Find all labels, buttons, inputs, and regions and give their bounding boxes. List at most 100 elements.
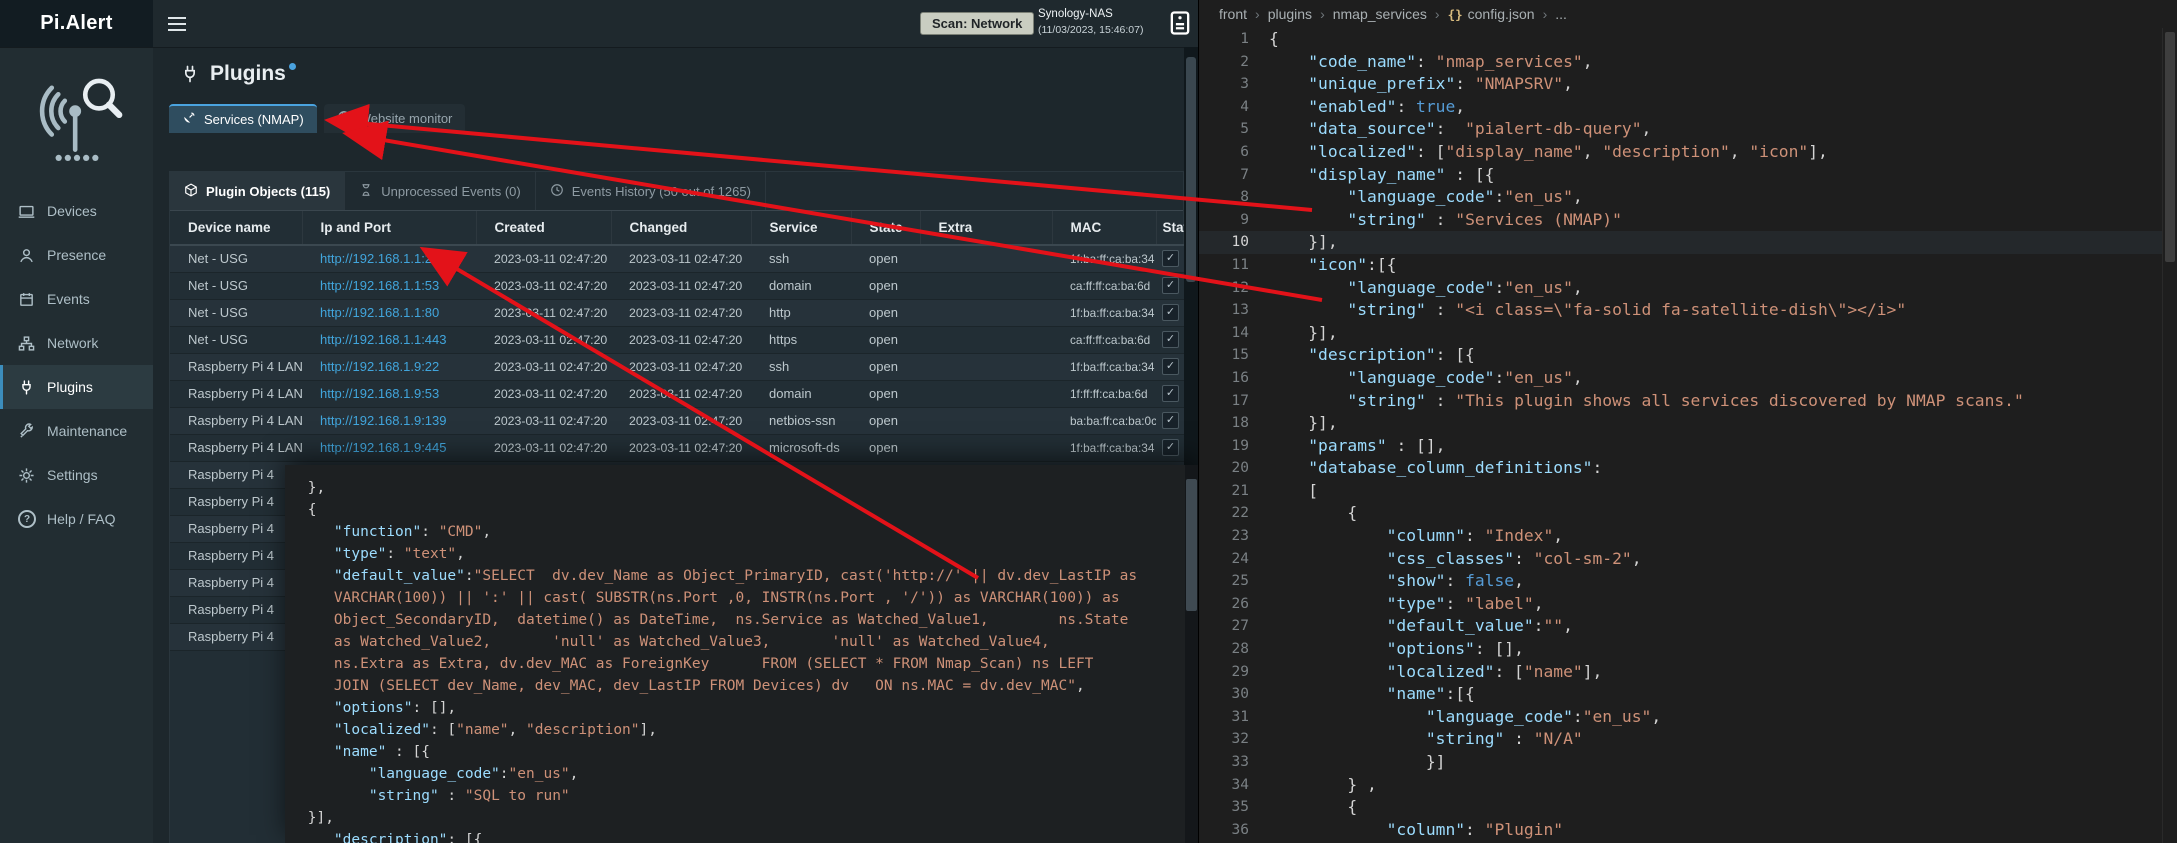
editor-code-line[interactable]: 22 {: [1199, 502, 2163, 525]
subtab-unprocessed-events-0[interactable]: Unprocessed Events (0): [345, 172, 535, 210]
editor-code-line[interactable]: 2 "code_name": "nmap_services",: [1199, 51, 2163, 74]
sidebar-item-plugins[interactable]: Plugins: [0, 365, 153, 409]
status-checkbox[interactable]: ✓: [1162, 358, 1179, 375]
ip-port-link[interactable]: http://192.168.1.9:445: [320, 440, 447, 455]
status-checkbox[interactable]: ✓: [1162, 250, 1179, 267]
overlay-code-line[interactable]: "description": [{: [299, 829, 1184, 843]
editor-code-line[interactable]: 3 "unique_prefix": "NMAPSRV",: [1199, 73, 2163, 96]
overlay-code-line[interactable]: "default_value":"SELECT dv.dev_Name as O…: [299, 565, 1184, 587]
editor-code-line[interactable]: 28 "options": [],: [1199, 638, 2163, 661]
sidebar-item-settings[interactable]: Settings: [0, 453, 153, 497]
overlay-code-line[interactable]: VARCHAR(100)) || ':' || cast( SUBSTR(ns.…: [299, 587, 1184, 609]
status-checkbox[interactable]: ✓: [1162, 277, 1179, 294]
overlay-code-line[interactable]: "options": [],: [299, 697, 1184, 719]
column-header-ip-and-port[interactable]: Ip and Port: [302, 211, 476, 245]
ip-port-link[interactable]: http://192.168.1.9:53: [320, 386, 439, 401]
sidebar-item-devices[interactable]: Devices: [0, 189, 153, 233]
overlay-scrollbar-thumb[interactable]: [1186, 479, 1197, 611]
editor-code-line[interactable]: 21 [: [1199, 480, 2163, 503]
ip-port-link[interactable]: http://192.168.1.9:22: [320, 359, 439, 374]
sidebar-toggle-button[interactable]: [153, 0, 201, 47]
app-scrollbar-thumb[interactable]: [1186, 57, 1196, 282]
overlay-code-line[interactable]: {: [299, 499, 1184, 521]
editor-code-line[interactable]: 4 "enabled": true,: [1199, 96, 2163, 119]
editor-code-line[interactable]: 19 "params" : [],: [1199, 435, 2163, 458]
editor-scrollbar[interactable]: [2162, 28, 2177, 843]
editor-code-line[interactable]: 6 "localized": ["display_name", "descrip…: [1199, 141, 2163, 164]
editor-code-line[interactable]: 12 "language_code":"en_us",: [1199, 277, 2163, 300]
column-header-service[interactable]: Service: [751, 211, 851, 245]
nas-device-icon[interactable]: [1166, 9, 1194, 37]
editor-code-line[interactable]: 25 "show": false,: [1199, 570, 2163, 593]
editor-code-line[interactable]: 10 }],: [1199, 231, 2163, 254]
column-header-created[interactable]: Created: [476, 211, 611, 245]
overlay-code-line[interactable]: },: [299, 477, 1184, 499]
ip-port-link[interactable]: http://192.168.1.1:22: [320, 251, 439, 266]
editor-code-line[interactable]: 31 "language_code":"en_us",: [1199, 706, 2163, 729]
ip-port-link[interactable]: http://192.168.1.1:53: [320, 278, 439, 293]
breadcrumb-item-plugins[interactable]: plugins: [1268, 6, 1312, 22]
editor-code-line[interactable]: 26 "type": "label",: [1199, 593, 2163, 616]
editor-code-line[interactable]: 8 "language_code":"en_us",: [1199, 186, 2163, 209]
editor-code-line[interactable]: 15 "description": [{: [1199, 344, 2163, 367]
editor-code-line[interactable]: 1{: [1199, 28, 2163, 51]
editor-code-line[interactable]: 5 "data_source": "pialert-db-query",: [1199, 118, 2163, 141]
column-header-extra[interactable]: Extra: [920, 211, 1052, 245]
editor-code-line[interactable]: 30 "name":[{: [1199, 683, 2163, 706]
status-checkbox[interactable]: ✓: [1162, 331, 1179, 348]
overlay-code-line[interactable]: "language_code":"en_us",: [299, 763, 1184, 785]
column-header-stat[interactable]: Stat: [1156, 211, 1185, 245]
editor-code-line[interactable]: 23 "column": "Index",: [1199, 525, 2163, 548]
editor-code-line[interactable]: 27 "default_value":"",: [1199, 615, 2163, 638]
tab-website-monitor[interactable]: Website monitor: [324, 104, 466, 133]
overlay-code-line[interactable]: "string" : "SQL to run": [299, 785, 1184, 807]
ip-port-link[interactable]: http://192.168.1.9:139: [320, 413, 447, 428]
sidebar-item-network[interactable]: Network: [0, 321, 153, 365]
editor-code-line[interactable]: 17 "string" : "This plugin shows all ser…: [1199, 390, 2163, 413]
editor-code-line[interactable]: 29 "localized": ["name"],: [1199, 661, 2163, 684]
breadcrumb-item-nmap-services[interactable]: nmap_services: [1333, 6, 1427, 22]
subtab-events-history-50-out-of-1265[interactable]: Events History (50 out of 1265): [536, 172, 766, 210]
breadcrumb-item-[interactable]: ...: [1555, 6, 1567, 22]
subtab-plugin-objects-115[interactable]: Plugin Objects (115): [170, 172, 345, 210]
overlay-code-line[interactable]: JOIN (SELECT dev_Name, dev_MAC, dev_Last…: [299, 675, 1184, 697]
overlay-code-line[interactable]: "localized": ["name", "description"],: [299, 719, 1184, 741]
ip-port-link[interactable]: http://192.168.1.1:443: [320, 332, 447, 347]
editor-code-line[interactable]: 16 "language_code":"en_us",: [1199, 367, 2163, 390]
overlay-scrollbar[interactable]: [1185, 465, 1198, 843]
overlay-code-line[interactable]: "type": "text",: [299, 543, 1184, 565]
tab-services-nmap[interactable]: Services (NMAP): [169, 104, 317, 133]
editor-code-line[interactable]: 9 "string" : "Services (NMAP)": [1199, 209, 2163, 232]
editor-code-line[interactable]: 7 "display_name" : [{: [1199, 164, 2163, 187]
sidebar-item-help-faq[interactable]: ?Help / FAQ: [0, 497, 153, 541]
status-checkbox[interactable]: ✓: [1162, 385, 1179, 402]
editor-code-line[interactable]: 36 "column": "Plugin": [1199, 819, 2163, 842]
status-checkbox[interactable]: ✓: [1162, 304, 1179, 321]
status-checkbox[interactable]: ✓: [1162, 412, 1179, 429]
column-header-changed[interactable]: Changed: [611, 211, 751, 245]
editor-code-line[interactable]: 24 "css_classes": "col-sm-2",: [1199, 548, 2163, 571]
overlay-code-line[interactable]: Object_SecondaryID, datetime() as DateTi…: [299, 609, 1184, 631]
sidebar-item-maintenance[interactable]: Maintenance: [0, 409, 153, 453]
overlay-code-line[interactable]: }],: [299, 807, 1184, 829]
editor-code-line[interactable]: 33 }]: [1199, 751, 2163, 774]
editor-code-line[interactable]: 18 }],: [1199, 412, 2163, 435]
status-checkbox[interactable]: ✓: [1162, 439, 1179, 456]
overlay-code-line[interactable]: as Watched_Value2, 'null' as Watched_Val…: [299, 631, 1184, 653]
editor-code-line[interactable]: 32 "string" : "N/A": [1199, 728, 2163, 751]
editor-code-line[interactable]: 34 } ,: [1199, 774, 2163, 797]
column-header-device-name[interactable]: Device name: [170, 211, 302, 245]
breadcrumb-item-front[interactable]: front: [1219, 6, 1247, 22]
editor-code-line[interactable]: 11 "icon":[{: [1199, 254, 2163, 277]
overlay-code-line[interactable]: "name" : [{: [299, 741, 1184, 763]
brand-logo[interactable]: Pi.Alert: [0, 0, 153, 47]
sidebar-item-presence[interactable]: Presence: [0, 233, 153, 277]
overlay-code-line[interactable]: ns.Extra as Extra, dv.dev_MAC as Foreign…: [299, 653, 1184, 675]
editor-scrollbar-thumb[interactable]: [2165, 32, 2175, 262]
editor-code-line[interactable]: 13 "string" : "<i class=\"fa-solid fa-sa…: [1199, 299, 2163, 322]
sidebar-item-events[interactable]: Events: [0, 277, 153, 321]
editor-code-line[interactable]: 14 }],: [1199, 322, 2163, 345]
editor-code-line[interactable]: 20 "database_column_definitions":: [1199, 457, 2163, 480]
editor-code-line[interactable]: 35 {: [1199, 796, 2163, 819]
ip-port-link[interactable]: http://192.168.1.1:80: [320, 305, 439, 320]
